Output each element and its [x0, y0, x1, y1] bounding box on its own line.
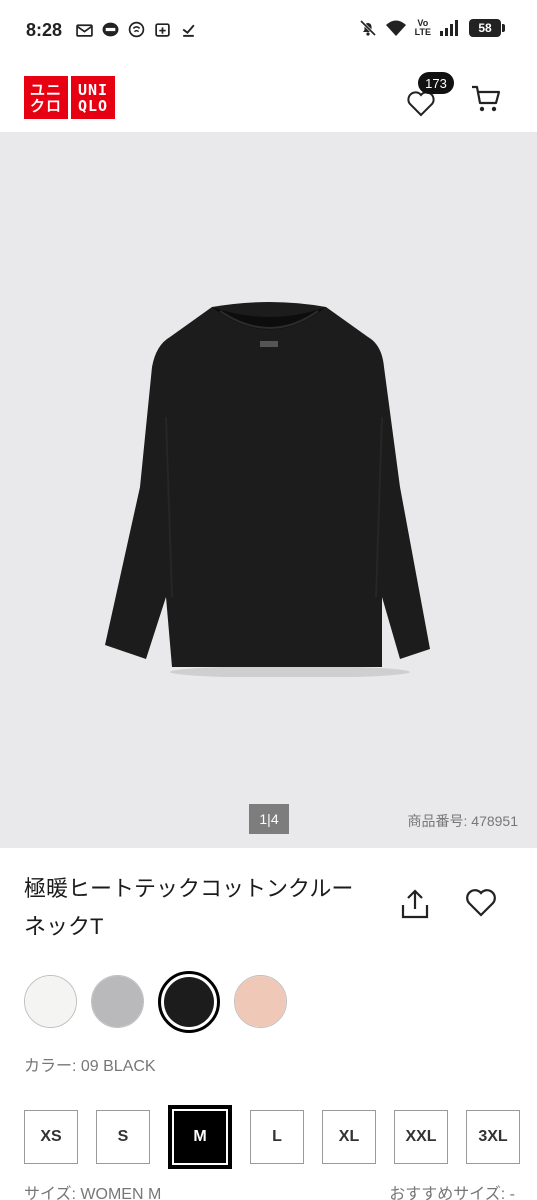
download-done-icon: [182, 24, 195, 37]
product-title: 極暖ヒートテックコットンクルーネックT: [24, 876, 354, 939]
color-swatch-white[interactable]: [24, 975, 77, 1028]
battery-indicator: 58: [469, 19, 505, 37]
app-header: ユニ クロ UNI QLO 173: [0, 62, 537, 132]
wifi-icon: [385, 20, 406, 36]
cart-icon[interactable]: [470, 84, 502, 114]
status-right: Vo LTE 58: [359, 18, 505, 37]
color-swatch-gray[interactable]: [91, 975, 144, 1028]
image-pager: 1|4: [249, 804, 289, 834]
swatch-fill: [235, 976, 286, 1027]
mail-icon: [76, 24, 93, 37]
color-swatch-black[interactable]: [158, 971, 220, 1033]
logo-tile-katakana: ユニ クロ: [24, 76, 68, 119]
wishlist-count-badge: 173: [418, 72, 454, 94]
size-button-xl[interactable]: XL: [322, 1110, 376, 1164]
favorite-icon[interactable]: [465, 888, 497, 918]
logo-tile-latin: UNI QLO: [71, 76, 115, 119]
recommended-size[interactable]: おすすめサイズ: -: [389, 1180, 515, 1200]
swatch-fill: [164, 977, 214, 1027]
size-button-s[interactable]: S: [96, 1110, 150, 1164]
size-button-m[interactable]: M: [168, 1105, 232, 1169]
line-app-icon: [102, 22, 119, 37]
color-label: カラー: 09 BLACK: [24, 1058, 156, 1075]
signal-icon: [440, 20, 458, 36]
product-gallery[interactable]: 1|4 商品番号: 478951: [0, 132, 537, 848]
share-icon[interactable]: [400, 888, 430, 920]
heart-icon: [407, 91, 435, 117]
mute-icon: [359, 19, 376, 37]
size-selector: XS S M L XL XXL 3XL: [24, 1105, 520, 1169]
swatch-fill: [25, 976, 76, 1027]
uniqlo-logo[interactable]: ユニ クロ UNI QLO: [24, 76, 115, 119]
color-swatch-pink[interactable]: [234, 975, 287, 1028]
product-number: 商品番号: 478951: [407, 813, 519, 829]
size-button-xxl[interactable]: XXL: [394, 1110, 448, 1164]
size-button-3xl[interactable]: 3XL: [466, 1110, 520, 1164]
wishlist-button[interactable]: 173: [404, 72, 454, 120]
color-swatches: [24, 971, 287, 1033]
calendar-plus-icon: [155, 23, 170, 37]
product-image: [105, 302, 430, 677]
app-notification-icon: [128, 21, 145, 38]
swatch-fill: [92, 976, 143, 1027]
status-bar: 8:28 Vo LTE 58: [0, 0, 537, 62]
volte-indicator: Vo LTE: [414, 18, 431, 37]
size-button-xs[interactable]: XS: [24, 1110, 78, 1164]
size-button-l[interactable]: L: [250, 1110, 304, 1164]
size-label: サイズ: WOMEN M: [24, 1186, 162, 1200]
notification-icons: [76, 21, 197, 38]
status-time: 8:28: [26, 20, 63, 40]
